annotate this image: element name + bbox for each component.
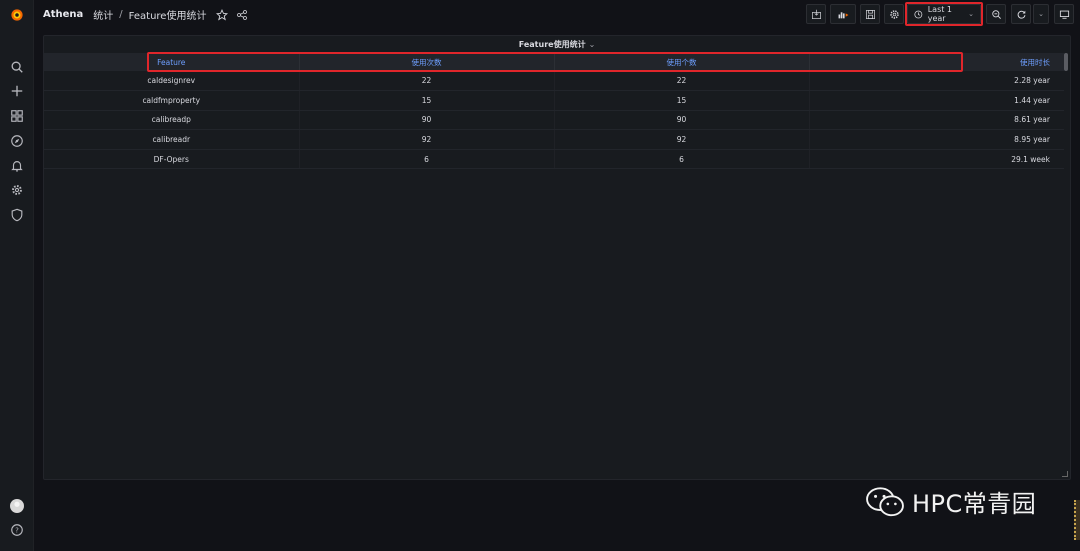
sidebar: ? <box>0 0 34 551</box>
search-icon[interactable] <box>9 59 25 75</box>
breadcrumb-app[interactable]: Athena <box>43 9 83 20</box>
dashboard-settings-button[interactable] <box>884 4 904 24</box>
svg-text:?: ? <box>15 527 19 535</box>
bar-chart-add-icon <box>838 11 848 18</box>
zoom-out-button[interactable] <box>986 4 1006 24</box>
cell-usage-duration: 8.61 year <box>809 110 1064 131</box>
gear-icon[interactable] <box>9 182 25 198</box>
cell-usage-instances: 15 <box>554 90 810 111</box>
watermark-text: HPC常青园 <box>912 490 1037 518</box>
cell-usage-instances: 92 <box>554 129 810 150</box>
tv-mode-icon <box>1059 10 1069 19</box>
breadcrumb-folder[interactable]: 统计 <box>93 7 113 22</box>
refresh-button[interactable] <box>1011 4 1031 24</box>
time-range-picker[interactable]: Last 1 year ⌄ <box>907 4 981 24</box>
table-header-row: Feature 使用次数 使用个数 使用时长 <box>44 53 1064 71</box>
table-panel: Feature使用统计 ⌄ Feature 使用次数 使用个数 使用时长 cald… <box>43 35 1071 480</box>
table-scrollbar[interactable] <box>1064 53 1068 71</box>
breadcrumb: Athena 统计 / Feature使用统计 <box>43 7 248 22</box>
grafana-logo[interactable] <box>8 6 26 24</box>
star-icon[interactable] <box>216 8 229 21</box>
share-icon[interactable] <box>236 9 248 21</box>
cell-feature: calibreadp <box>44 110 300 131</box>
data-table: Feature 使用次数 使用个数 使用时长 caldesignrev 22 2… <box>44 53 1064 170</box>
table-row: calibreadp 90 90 8.61 year <box>44 110 1064 131</box>
top-navbar: Athena 统计 / Feature使用统计 Last 1 year ⌄ ⌄ <box>34 0 1080 30</box>
cell-feature: caldesignrev <box>44 71 300 92</box>
cell-feature: DF-Opers <box>44 149 300 170</box>
refresh-icon <box>1017 10 1025 19</box>
chevron-down-icon: ⌄ <box>588 40 596 49</box>
breadcrumb-dashboard[interactable]: Feature使用统计 <box>129 7 207 22</box>
column-header-usage-instances[interactable]: 使用个数 <box>554 53 810 71</box>
panel-title-text: Feature使用统计 <box>518 40 586 49</box>
help-icon[interactable]: ? <box>9 522 25 538</box>
cell-usage-count: 6 <box>299 149 555 170</box>
add-panel-icon <box>811 9 821 19</box>
save-icon <box>865 9 875 19</box>
cell-usage-count: 90 <box>299 110 555 131</box>
shield-icon[interactable] <box>9 207 25 223</box>
cell-usage-instances: 90 <box>554 110 810 131</box>
cell-usage-duration: 8.95 year <box>809 129 1064 150</box>
panel-title[interactable]: Feature使用统计 ⌄ <box>44 39 1070 50</box>
avatar[interactable] <box>9 498 25 514</box>
plus-icon[interactable] <box>9 83 25 99</box>
cell-usage-instances: 6 <box>554 149 810 170</box>
cell-usage-duration: 2.28 year <box>809 71 1064 92</box>
add-panel-button[interactable] <box>806 4 826 24</box>
bell-icon[interactable] <box>9 158 25 174</box>
refresh-interval-dropdown[interactable]: ⌄ <box>1033 4 1049 24</box>
cell-usage-count: 92 <box>299 129 555 150</box>
cell-usage-count: 22 <box>299 71 555 92</box>
panel-resize-handle[interactable] <box>1062 471 1068 477</box>
chevron-down-icon: ⌄ <box>1038 10 1044 18</box>
watermark: HPC常青园 <box>864 484 1036 519</box>
breadcrumb-separator: / <box>119 9 123 20</box>
cell-feature: calibreadr <box>44 129 300 150</box>
column-header-feature[interactable]: Feature <box>44 53 300 71</box>
cell-usage-instances: 22 <box>554 71 810 92</box>
cell-feature: caldfmproperty <box>44 90 300 111</box>
cell-usage-duration: 29.1 week <box>809 149 1064 170</box>
table-row: caldesignrev 22 22 2.28 year <box>44 71 1064 92</box>
table-row: caldfmproperty 15 15 1.44 year <box>44 90 1064 111</box>
wechat-icon <box>866 486 904 516</box>
column-header-usage-duration[interactable]: 使用时长 <box>809 53 1064 71</box>
add-visualization-button[interactable] <box>830 4 856 24</box>
column-header-usage-count[interactable]: 使用次数 <box>299 53 555 71</box>
dashboards-grid-icon[interactable] <box>9 108 25 124</box>
settings-icon <box>889 9 899 19</box>
side-handle[interactable] <box>1074 500 1080 540</box>
compass-icon[interactable] <box>9 133 25 149</box>
cell-usage-duration: 1.44 year <box>809 90 1064 111</box>
time-range-label: Last 1 year <box>927 5 953 23</box>
table-row: DF-Opers 6 6 29.1 week <box>44 149 1064 170</box>
chevron-down-icon: ⌄ <box>968 10 974 18</box>
clock-icon <box>914 10 923 18</box>
tv-mode-button[interactable] <box>1054 4 1074 24</box>
save-dashboard-button[interactable] <box>860 4 880 24</box>
table-row: calibreadr 92 92 8.95 year <box>44 129 1064 150</box>
zoom-out-icon <box>991 9 1001 19</box>
cell-usage-count: 15 <box>299 90 555 111</box>
